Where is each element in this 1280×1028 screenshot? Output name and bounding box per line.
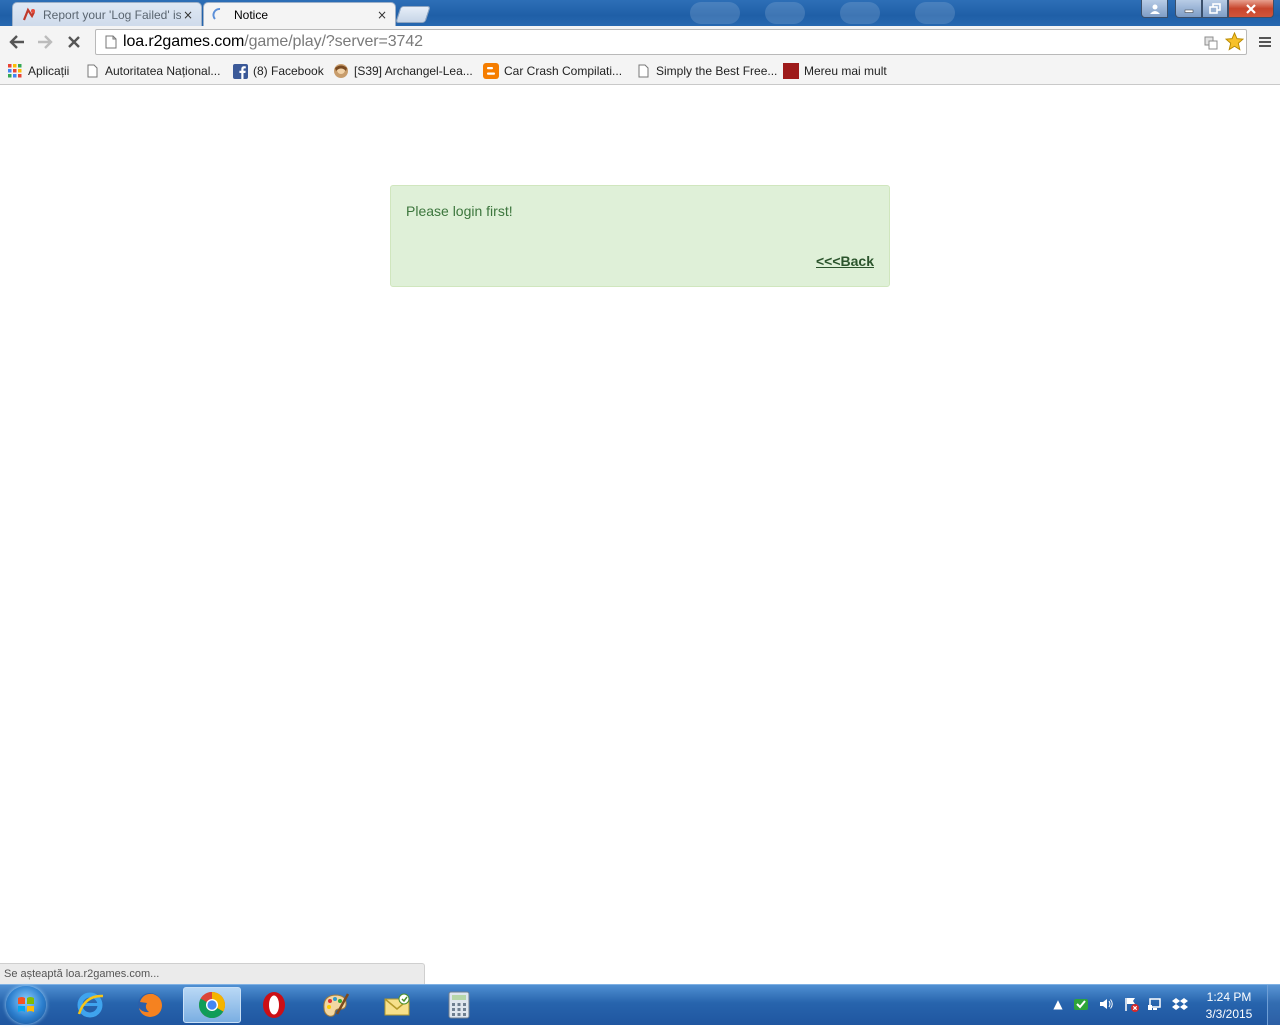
bookmark-label: Autoritatea Național... — [105, 64, 221, 78]
action-center-flag-icon[interactable] — [1123, 996, 1139, 1012]
bookmark-car-crash[interactable]: Car Crash Compilati... — [483, 62, 622, 80]
dropbox-icon[interactable] — [1172, 996, 1188, 1012]
bookmark-simply-the-best[interactable]: Simply the Best Free... — [635, 62, 777, 80]
tab-title: Notice — [234, 8, 269, 22]
address-bar[interactable]: loa.r2games.com/game/play/?server=3742 — [95, 29, 1247, 55]
tab-close-icon[interactable]: × — [375, 8, 389, 22]
tab-title: Report your 'Log Failed' is — [43, 7, 181, 22]
notice-message: Please login first! — [406, 203, 513, 219]
facebook-icon — [232, 63, 248, 79]
bookmark-label: Mereu mai mult — [804, 64, 887, 78]
internet-explorer-icon — [77, 992, 104, 1018]
loading-spinner-icon — [212, 7, 228, 23]
title-bar: Report your 'Log Failed' is × Notice × — [0, 0, 1280, 27]
new-tab-button[interactable] — [395, 6, 431, 23]
page-icon — [105, 35, 117, 49]
translate-icon[interactable] — [1204, 35, 1218, 54]
page-content: Please login first! <<<Back — [0, 85, 1280, 984]
chrome-icon — [198, 991, 226, 1019]
minimize-icon[interactable] — [1175, 0, 1202, 18]
taskbar-calculator[interactable] — [430, 987, 488, 1023]
menu-icon[interactable] — [1253, 30, 1277, 54]
paint-icon — [323, 993, 350, 1017]
url-text: loa.r2games.com/game/play/?server=3742 — [123, 33, 423, 50]
bookmark-label: (8) Facebook — [253, 64, 324, 78]
calculator-icon — [448, 991, 470, 1019]
red-square-icon — [783, 63, 799, 79]
start-button[interactable] — [6, 986, 46, 1024]
windows-logo-icon — [18, 997, 34, 1012]
browser-toolbar: loa.r2games.com/game/play/?server=3742 — [0, 26, 1280, 58]
restore-icon[interactable] — [1202, 0, 1228, 18]
taskbar-firefox[interactable] — [121, 987, 179, 1023]
title-glass — [840, 2, 880, 24]
bookmark-label: Aplicații — [28, 64, 70, 78]
tab-report-log-failed[interactable]: Report your 'Log Failed' is × — [12, 2, 202, 26]
stop-loading-icon[interactable] — [62, 30, 86, 54]
page-icon — [635, 63, 651, 79]
back-link[interactable]: <<<Back — [816, 253, 874, 269]
user-profile-icon[interactable] — [1141, 0, 1168, 18]
tab-notice[interactable]: Notice × — [203, 2, 396, 27]
firefox-icon — [138, 993, 162, 1017]
notice-alert: Please login first! <<<Back — [390, 185, 890, 287]
title-glass — [915, 2, 955, 24]
sync-check-icon[interactable] — [1073, 996, 1089, 1012]
apps-grid-icon — [7, 63, 23, 79]
show-hidden-icons-icon[interactable]: ▲ — [1050, 996, 1066, 1012]
bookmark-label: [S39] Archangel-Lea... — [354, 64, 473, 78]
r2-logo-icon — [21, 7, 37, 23]
clock-time: 1:24 PM — [1206, 990, 1252, 1004]
bookmark-autoritatea[interactable]: Autoritatea Național... — [84, 62, 220, 80]
taskbar-internet-explorer[interactable] — [61, 987, 119, 1023]
clock-date: 3/3/2015 — [1205, 1007, 1253, 1021]
taskbar-clock[interactable]: 1:24 PM 3/3/2015 — [1200, 989, 1258, 1023]
windows-taskbar: ▲ 1:24 PM 3/3/2015 — [0, 984, 1280, 1025]
game-avatar-icon — [333, 63, 349, 79]
taskbar-opera[interactable] — [245, 987, 303, 1023]
bookmark-apps[interactable]: Aplicații — [7, 62, 69, 80]
bookmark-star-icon[interactable] — [1224, 31, 1245, 55]
status-bubble: Se așteaptă loa.r2games.com... — [0, 963, 425, 984]
bookmark-mereu-mai-mult[interactable]: Mereu mai mult — [783, 62, 887, 80]
bookmark-facebook[interactable]: (8) Facebook — [232, 62, 324, 80]
bookmark-archangel[interactable]: [S39] Archangel-Lea... — [333, 62, 473, 80]
tab-close-icon[interactable]: × — [181, 8, 195, 22]
title-glass — [765, 2, 805, 24]
opera-icon — [263, 992, 285, 1018]
bookmarks-bar: Aplicații Autoritatea Național... (8) Fa… — [0, 58, 1280, 85]
forward-arrow-icon[interactable] — [33, 30, 57, 54]
close-icon[interactable] — [1228, 0, 1274, 18]
back-arrow-icon[interactable] — [5, 30, 29, 54]
volume-icon[interactable] — [1098, 996, 1114, 1012]
page-icon — [84, 63, 100, 79]
show-desktop-button[interactable] — [1267, 985, 1280, 1025]
blogger-icon — [483, 63, 499, 79]
network-icon[interactable] — [1147, 996, 1163, 1012]
taskbar-mail[interactable] — [368, 987, 426, 1023]
bookmark-label: Car Crash Compilati... — [504, 64, 623, 78]
mail-icon — [384, 993, 410, 1016]
bookmark-label: Simply the Best Free... — [656, 64, 778, 78]
title-glass — [690, 2, 740, 24]
taskbar-paint[interactable] — [306, 987, 364, 1023]
taskbar-chrome[interactable] — [183, 987, 241, 1023]
